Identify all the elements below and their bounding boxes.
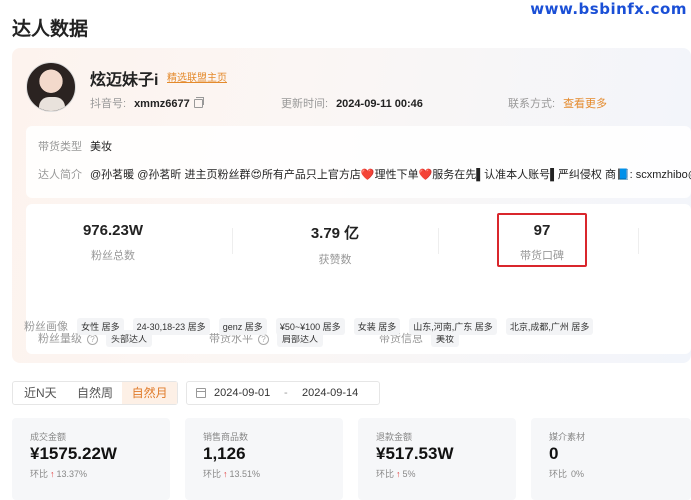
fans-portrait-label: 粉丝画像 xyxy=(24,321,68,333)
stat-value: 976.23W xyxy=(82,222,144,239)
metric-card-media: 媒介素材 0 环比 0% xyxy=(531,418,691,500)
portrait-tag: 24-30,18-23 居多 xyxy=(132,318,210,335)
portrait-tag: 女装 居多 xyxy=(353,318,401,335)
metric-value: ¥517.53W xyxy=(376,444,454,463)
arrow-up-icon: ↑ xyxy=(223,469,228,479)
tab-natural-month[interactable]: 自然月 xyxy=(122,382,178,404)
metric-value: 1,126 xyxy=(203,444,246,463)
portrait-tag: ¥50~¥100 居多 xyxy=(275,318,345,335)
tab-recent-days[interactable]: 近N天 xyxy=(13,382,68,404)
metric-label: 媒介素材 xyxy=(549,432,586,442)
date-range-picker[interactable]: 2024-09-01 - 2024-09-14 xyxy=(186,381,380,405)
info-box: 带货类型 美妆 达人简介 @孙茗暖 @孙茗昕 进主页粉丝群😍所有产品只上官方店❤️理… xyxy=(26,126,691,198)
category-label: 带货类型 xyxy=(38,141,82,153)
metric-change: 环比 ↑ 5% xyxy=(376,467,416,480)
arrow-up-icon: ↑ xyxy=(50,469,55,479)
stat-value: 3.79 亿 xyxy=(310,225,360,242)
influencer-name: 炫迈妹子i xyxy=(90,72,159,89)
date-start[interactable]: 2024-09-01 xyxy=(214,382,270,404)
stat-divider xyxy=(438,228,439,254)
metric-value: ¥1575.22W xyxy=(30,444,117,463)
period-tabs: 近N天 自然周 自然月 xyxy=(12,381,178,405)
douyin-id-row: 抖音号: xmmz6677 xyxy=(90,95,204,111)
tab-natural-week[interactable]: 自然周 xyxy=(68,382,123,404)
date-separator: - xyxy=(284,387,288,399)
fans-portrait-row: 粉丝画像 女性 居多 24-30,18-23 居多 genz 居多 ¥50~¥1… xyxy=(24,318,594,335)
profile-card: 炫迈妹子i 精选联盟主页 抖音号: xmmz6677 更新时间: 2024-09-1… xyxy=(12,48,691,363)
copy-icon[interactable] xyxy=(193,97,204,108)
help-icon[interactable]: ? xyxy=(87,334,98,345)
change-label: 环比 xyxy=(549,469,568,479)
metric-card-refund: 退款金额 ¥517.53W 环比 ↑ 5% xyxy=(358,418,516,500)
metric-label: 成交金额 xyxy=(30,432,67,442)
arrow-up-icon: ↑ xyxy=(396,469,401,479)
change-value: 0% xyxy=(571,469,585,479)
metric-change: 环比 ↑ 13.37% xyxy=(30,467,87,480)
change-value: 13.51% xyxy=(229,469,261,479)
union-homepage-link[interactable]: 精选联盟主页 xyxy=(167,69,227,84)
douyin-id-value: xmmz6677 xyxy=(134,98,190,110)
stat-followers: 976.23W 粉丝总数 xyxy=(48,222,178,263)
stat-divider xyxy=(638,228,639,254)
date-end[interactable]: 2024-09-14 xyxy=(302,382,358,404)
douyin-id-label: 抖音号: xyxy=(90,98,127,110)
change-label: 环比 xyxy=(30,469,49,479)
stat-label: 粉丝总数 xyxy=(91,250,135,262)
metric-change: 环比 ↑ 13.51% xyxy=(203,467,260,480)
intro-label: 达人简介 xyxy=(38,169,82,181)
portrait-tag: genz 居多 xyxy=(218,318,267,335)
category-row: 带货类型 美妆 xyxy=(38,138,112,154)
highlight-box xyxy=(497,213,587,267)
contact-row: 联系方式: 查看更多 xyxy=(508,95,607,111)
stat-likes: 3.79 亿 获赞数 xyxy=(270,222,400,267)
intro-value: @孙茗暖 @孙茗昕 进主页粉丝群😍所有产品只上官方店❤️理性下单❤️服务在先▌认… xyxy=(90,169,691,181)
stat-divider xyxy=(232,228,233,254)
metric-label: 销售商品数 xyxy=(203,432,249,442)
avatar[interactable] xyxy=(26,62,76,112)
metric-change: 环比 0% xyxy=(549,467,584,480)
update-time-value: 2024-09-11 00:46 xyxy=(336,98,423,110)
intro-row: 达人简介 @孙茗暖 @孙茗昕 进主页粉丝群😍所有产品只上官方店❤️理性下单❤️服务… xyxy=(38,166,691,182)
contact-more-link[interactable]: 查看更多 xyxy=(563,98,607,110)
change-value: 13.37% xyxy=(56,469,88,479)
contact-label: 联系方式: xyxy=(508,98,556,110)
metric-value: 0 xyxy=(549,444,559,463)
portrait-tag: 北京,成都,广州 居多 xyxy=(505,318,594,335)
page-title: 达人数据 xyxy=(12,19,89,40)
metric-card-gmv: 成交金额 ¥1575.22W 环比 ↑ 13.37% xyxy=(12,418,170,500)
calendar-icon xyxy=(196,388,206,398)
portrait-tag: 山东,河南,广东 居多 xyxy=(409,318,497,335)
portrait-tag: 女性 居多 xyxy=(77,318,124,335)
change-label: 环比 xyxy=(376,469,395,479)
category-value: 美妆 xyxy=(90,141,112,153)
change-value: 5% xyxy=(402,469,416,479)
watermark: www.bsbinfx.com xyxy=(530,0,687,18)
metric-label: 退款金额 xyxy=(376,432,413,442)
update-time-label: 更新时间: xyxy=(281,98,329,110)
update-time-row: 更新时间: 2024-09-11 00:46 xyxy=(281,95,423,111)
help-icon[interactable]: ? xyxy=(258,334,269,345)
change-label: 环比 xyxy=(203,469,222,479)
stat-label: 获赞数 xyxy=(318,254,352,266)
metric-card-items-sold: 销售商品数 1,126 环比 ↑ 13.51% xyxy=(185,418,343,500)
